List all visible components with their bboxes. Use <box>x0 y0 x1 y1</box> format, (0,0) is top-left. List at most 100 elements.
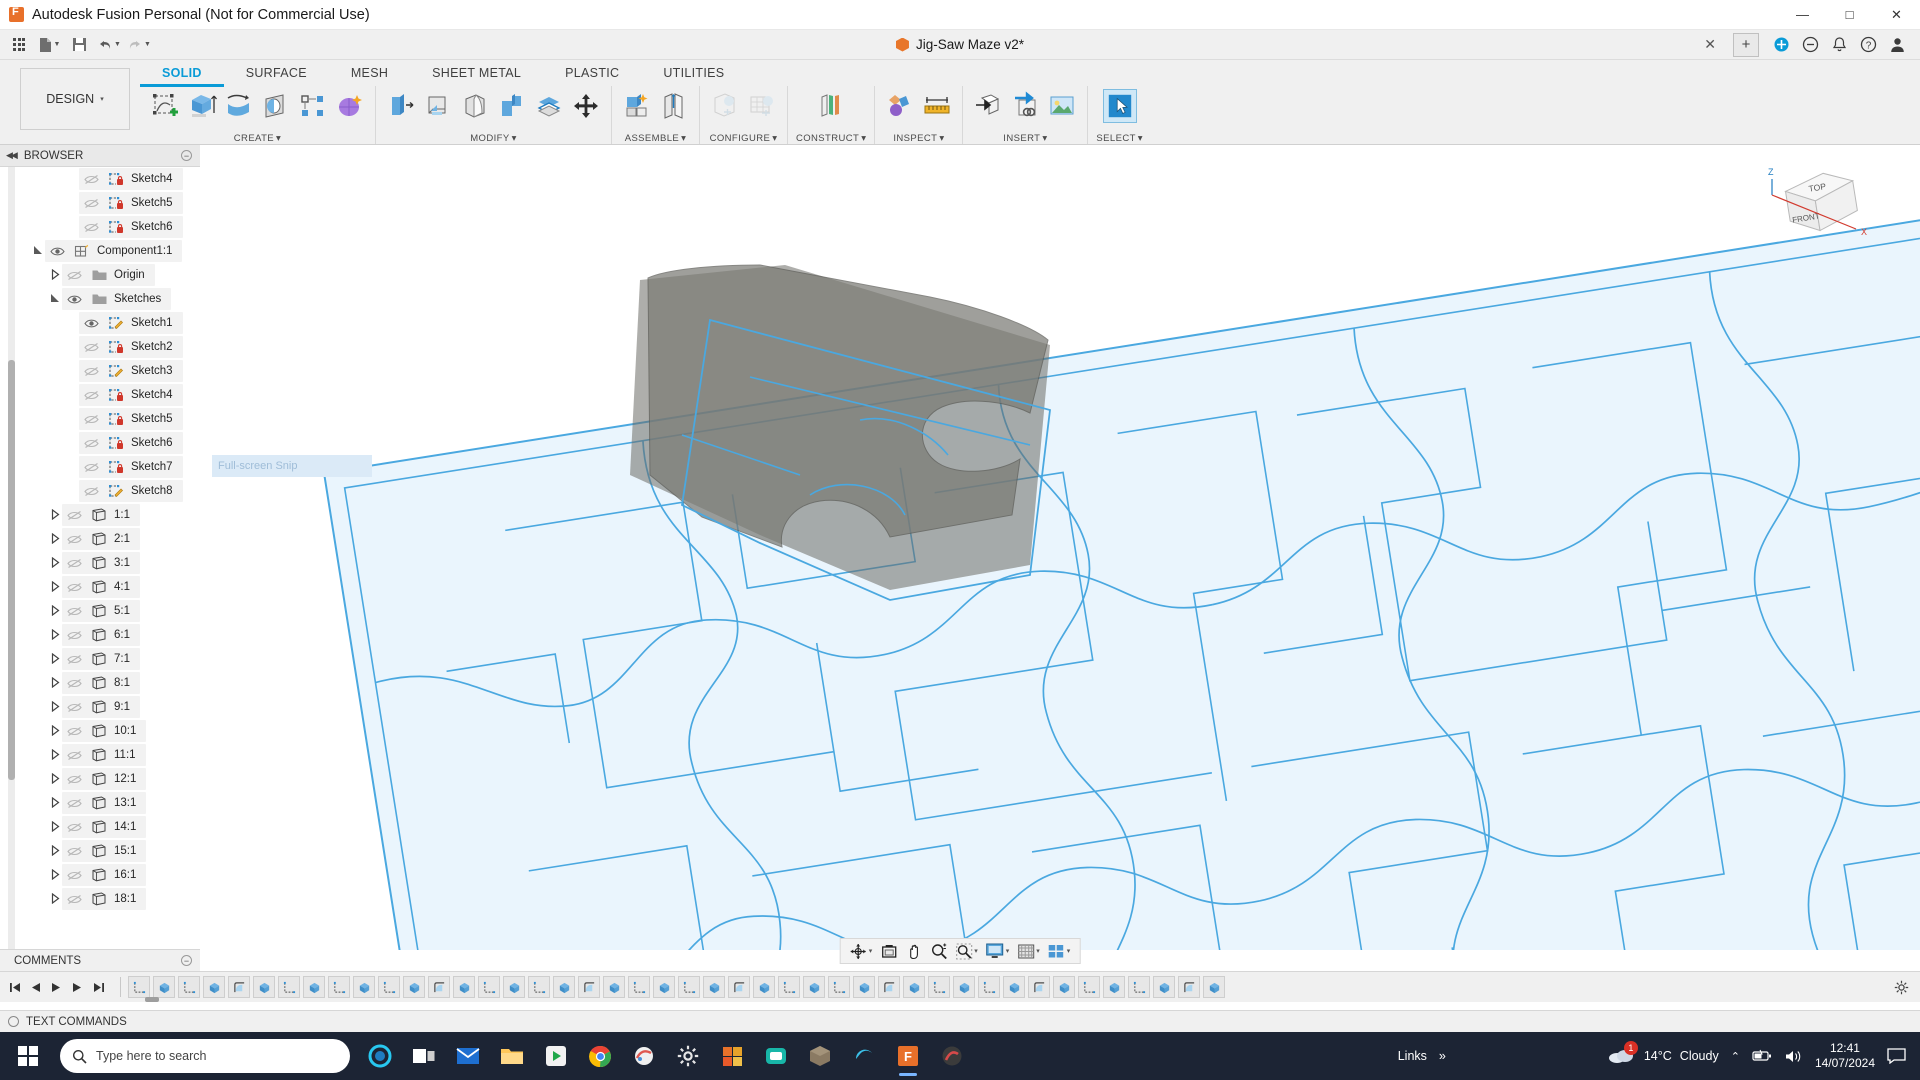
timeline-feature-10[interactable] <box>353 976 375 998</box>
skip-to-start-icon[interactable] <box>6 979 23 996</box>
timeline-feature-39[interactable] <box>1078 976 1100 998</box>
tree-row-sketch4[interactable]: Sketch4 <box>0 167 200 191</box>
timeline-feature-9[interactable] <box>328 976 350 998</box>
tree-row-sketch7[interactable]: Sketch7 <box>0 455 200 479</box>
viewports-icon[interactable]: ▾ <box>1045 940 1074 962</box>
tree-expand-arrow-collapsed[interactable] <box>48 772 62 786</box>
timeline-feature-6[interactable] <box>253 976 275 998</box>
timeline-feature-35[interactable] <box>978 976 1000 998</box>
tree-visibility-toggle[interactable] <box>81 462 101 473</box>
tree-row-sketch5[interactable]: Sketch5 <box>0 407 200 431</box>
tree-expand-arrow-collapsed[interactable] <box>48 892 62 906</box>
pan-icon[interactable] <box>902 940 925 962</box>
tree-expand-arrow-collapsed[interactable] <box>48 796 62 810</box>
tree-row-sketch4[interactable]: Sketch4 <box>0 383 200 407</box>
timeline-feature-40[interactable] <box>1103 976 1125 998</box>
section-analysis-icon[interactable] <box>883 89 917 123</box>
timeline-feature-4[interactable] <box>203 976 225 998</box>
office-icon[interactable] <box>712 1034 752 1078</box>
save-icon[interactable] <box>65 32 93 58</box>
cortana-icon[interactable] <box>360 1034 400 1078</box>
timeline-scrollbar-thumb[interactable] <box>145 997 159 1002</box>
tree-row-component1-1[interactable]: Component1:1 <box>0 239 200 263</box>
account-icon[interactable] <box>1884 32 1910 58</box>
question-icon[interactable]: ? <box>1855 32 1881 58</box>
windows-start-icon[interactable] <box>0 1032 56 1080</box>
tree-expand-arrow-collapsed[interactable] <box>48 628 62 642</box>
close-tab-icon[interactable]: ✕ <box>1704 36 1716 53</box>
tree-visibility-toggle[interactable] <box>64 582 84 593</box>
zoom-icon[interactable] <box>927 940 950 962</box>
3d-builder-icon[interactable] <box>800 1034 840 1078</box>
timeline-feature-15[interactable] <box>478 976 500 998</box>
tree-visibility-toggle[interactable] <box>64 654 84 665</box>
tree-row-3-1[interactable]: 3:1 <box>0 551 200 575</box>
document-tab[interactable]: Jig-Saw Maze v2* <box>895 37 1024 52</box>
redo-icon[interactable]: ▼ <box>125 32 153 58</box>
tree-visibility-toggle[interactable] <box>64 798 84 809</box>
play-icon[interactable] <box>48 979 65 996</box>
tree-visibility-toggle[interactable] <box>64 894 84 905</box>
maximize-button[interactable]: □ <box>1826 0 1873 30</box>
paint-icon[interactable] <box>624 1034 664 1078</box>
tree-expand-arrow-collapsed[interactable] <box>48 844 62 858</box>
timeline-feature-12[interactable] <box>403 976 425 998</box>
tree-expand-arrow-collapsed[interactable] <box>48 508 62 522</box>
display-settings-icon[interactable]: ▾ <box>983 940 1013 962</box>
tree-expand-arrow-collapsed[interactable] <box>48 580 62 594</box>
extrude-icon[interactable] <box>185 89 219 123</box>
volume-icon[interactable] <box>1784 1049 1803 1064</box>
teams-icon[interactable] <box>756 1034 796 1078</box>
panel-dot-icon[interactable]: − <box>181 955 192 966</box>
pattern-icon[interactable] <box>296 89 330 123</box>
tree-expand-arrow-collapsed[interactable] <box>48 556 62 570</box>
timeline-feature-25[interactable] <box>728 976 750 998</box>
press-pull-icon[interactable] <box>384 89 418 123</box>
tree-visibility-toggle[interactable] <box>81 390 101 401</box>
timeline-feature-1[interactable] <box>128 976 150 998</box>
app-grid-icon[interactable] <box>5 32 33 58</box>
tree-row-1-1[interactable]: 1:1 <box>0 503 200 527</box>
timeline-feature-16[interactable] <box>503 976 525 998</box>
timeline-feature-20[interactable] <box>603 976 625 998</box>
comments-panel-header[interactable]: COMMENTS − <box>0 949 200 971</box>
tree-row-origin[interactable]: Origin <box>0 263 200 287</box>
settings-icon[interactable] <box>668 1034 708 1078</box>
timeline-feature-38[interactable] <box>1053 976 1075 998</box>
tree-expand-arrow-collapsed[interactable] <box>48 748 62 762</box>
tree-expand-arrow-collapsed[interactable] <box>48 268 62 282</box>
tree-row-sketch5[interactable]: Sketch5 <box>0 191 200 215</box>
minimize-button[interactable]: — <box>1779 0 1826 30</box>
tree-visibility-toggle[interactable] <box>64 510 84 521</box>
sweep-icon[interactable] <box>259 89 293 123</box>
timeline-feature-37[interactable] <box>1028 976 1050 998</box>
panel-configure-label[interactable]: CONFIGURE ▾ <box>710 133 778 144</box>
tree-row-11-1[interactable]: 11:1 <box>0 743 200 767</box>
tree-visibility-toggle[interactable] <box>81 342 101 353</box>
tree-row-sketches[interactable]: Sketches <box>0 287 200 311</box>
timeline-feature-8[interactable] <box>303 976 325 998</box>
offset-plane-icon[interactable] <box>814 89 848 123</box>
timeline-feature-27[interactable] <box>778 976 800 998</box>
tree-visibility-toggle[interactable] <box>64 558 84 569</box>
skip-to-end-icon[interactable] <box>90 979 107 996</box>
view-cube[interactable]: TOP FRONT Z X <box>1760 155 1870 260</box>
links-label[interactable]: Links <box>1398 1049 1427 1063</box>
tree-visibility-toggle[interactable] <box>64 702 84 713</box>
tab-solid[interactable]: SOLID <box>140 64 224 87</box>
tree-row-sketch1[interactable]: Sketch1 <box>0 311 200 335</box>
links-chevron-icon[interactable]: » <box>1439 1049 1446 1063</box>
tree-visibility-toggle[interactable] <box>64 294 84 305</box>
tree-visibility-toggle[interactable] <box>81 318 101 329</box>
timeline-feature-24[interactable] <box>703 976 725 998</box>
tree-visibility-toggle[interactable] <box>64 774 84 785</box>
timeline-feature-31[interactable] <box>878 976 900 998</box>
tree-row-5-1[interactable]: 5:1 <box>0 599 200 623</box>
tree-visibility-toggle[interactable] <box>81 198 101 209</box>
tab-utilities[interactable]: UTILITIES <box>641 64 746 87</box>
tree-visibility-toggle[interactable] <box>81 438 101 449</box>
tree-row-18-1[interactable]: 18:1 <box>0 887 200 911</box>
battery-icon[interactable] <box>1752 1049 1772 1063</box>
tree-expand-arrow-collapsed[interactable] <box>48 700 62 714</box>
tab-mesh[interactable]: MESH <box>329 64 410 87</box>
